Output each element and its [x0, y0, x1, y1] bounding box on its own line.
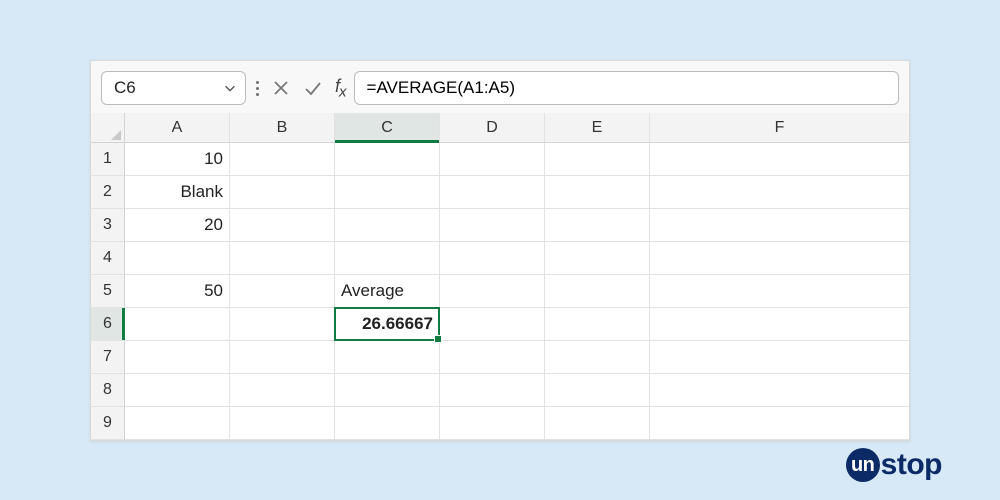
col-header-F[interactable]: F: [650, 113, 909, 142]
cell-C2[interactable]: [335, 176, 440, 208]
cell-B7[interactable]: [230, 341, 335, 373]
cell-F8[interactable]: [650, 374, 909, 406]
cell-E9[interactable]: [545, 407, 650, 439]
formula-toolbar: C6 fx: [91, 61, 909, 113]
cell-E4[interactable]: [545, 242, 650, 274]
col-header-E[interactable]: E: [545, 113, 650, 142]
cell-A6[interactable]: [125, 308, 230, 340]
cell-A8[interactable]: [125, 374, 230, 406]
cell-F4[interactable]: [650, 242, 909, 274]
cell-E3[interactable]: [545, 209, 650, 241]
cell-B9[interactable]: [230, 407, 335, 439]
row-1: 10: [125, 143, 909, 176]
col-header-C[interactable]: C: [335, 113, 440, 142]
chevron-down-icon: [223, 81, 237, 95]
cell-C3[interactable]: [335, 209, 440, 241]
cell-D5[interactable]: [440, 275, 545, 307]
cell-C8[interactable]: [335, 374, 440, 406]
cell-C9[interactable]: [335, 407, 440, 439]
unstop-logo: unstop: [846, 448, 942, 482]
row-7: [125, 341, 909, 374]
cell-C5[interactable]: Average: [335, 275, 440, 307]
cancel-icon[interactable]: [271, 78, 291, 98]
row-header-3[interactable]: 3: [91, 209, 124, 242]
enter-icon[interactable]: [303, 78, 323, 98]
cell-D4[interactable]: [440, 242, 545, 274]
cell-F5[interactable]: [650, 275, 909, 307]
cell-B4[interactable]: [230, 242, 335, 274]
cell-A3[interactable]: 20: [125, 209, 230, 241]
cell-D7[interactable]: [440, 341, 545, 373]
row-9: [125, 407, 909, 440]
cell-D9[interactable]: [440, 407, 545, 439]
cell-E7[interactable]: [545, 341, 650, 373]
cell-B1[interactable]: [230, 143, 335, 175]
cell-A2[interactable]: Blank: [125, 176, 230, 208]
row-header-8[interactable]: 8: [91, 374, 124, 407]
cell-B3[interactable]: [230, 209, 335, 241]
cell-B2[interactable]: [230, 176, 335, 208]
logo-rest: stop: [881, 448, 942, 482]
col-header-A[interactable]: A: [125, 113, 230, 142]
column-headers: A B C D E F: [125, 113, 909, 143]
cell-A4[interactable]: [125, 242, 230, 274]
row-3: 20: [125, 209, 909, 242]
cell-F9[interactable]: [650, 407, 909, 439]
cell-D8[interactable]: [440, 374, 545, 406]
row-8: [125, 374, 909, 407]
row-header-2[interactable]: 2: [91, 176, 124, 209]
cell-C4[interactable]: [335, 242, 440, 274]
row-headers: 1 2 3 4 5 6 7 8 9: [91, 113, 125, 440]
row-2: Blank: [125, 176, 909, 209]
formula-controls: fx: [269, 76, 346, 101]
name-box[interactable]: C6: [101, 71, 246, 105]
cell-E8[interactable]: [545, 374, 650, 406]
row-header-4[interactable]: 4: [91, 242, 124, 275]
cell-A1[interactable]: 10: [125, 143, 230, 175]
row-header-9[interactable]: 9: [91, 407, 124, 440]
cell-D2[interactable]: [440, 176, 545, 208]
row-5: 50 Average: [125, 275, 909, 308]
cell-C6[interactable]: 26.66667: [335, 308, 440, 340]
grid: 1 2 3 4 5 6 7 8 9 A B C D E F 10: [91, 113, 909, 440]
cell-E6[interactable]: [545, 308, 650, 340]
row-header-6[interactable]: 6: [91, 308, 124, 341]
row-6: 26.66667: [125, 308, 909, 341]
row-header-5[interactable]: 5: [91, 275, 124, 308]
cell-A9[interactable]: [125, 407, 230, 439]
cell-E5[interactable]: [545, 275, 650, 307]
vertical-dots-icon: [254, 81, 261, 96]
spreadsheet-window: C6 fx 1 2 3 4 5: [90, 60, 910, 441]
row-header-7[interactable]: 7: [91, 341, 124, 374]
select-all-corner[interactable]: [91, 113, 124, 143]
cell-D3[interactable]: [440, 209, 545, 241]
cell-C7[interactable]: [335, 341, 440, 373]
cells: A B C D E F 10 Blank: [125, 113, 909, 440]
cell-A7[interactable]: [125, 341, 230, 373]
cell-D6[interactable]: [440, 308, 545, 340]
logo-prefix: un: [846, 448, 880, 482]
cell-F3[interactable]: [650, 209, 909, 241]
cell-F6[interactable]: [650, 308, 909, 340]
col-header-D[interactable]: D: [440, 113, 545, 142]
fx-icon[interactable]: fx: [335, 76, 346, 101]
cell-D1[interactable]: [440, 143, 545, 175]
name-box-value: C6: [114, 78, 136, 98]
cell-E2[interactable]: [545, 176, 650, 208]
cell-B8[interactable]: [230, 374, 335, 406]
col-header-B[interactable]: B: [230, 113, 335, 142]
cell-B6[interactable]: [230, 308, 335, 340]
cell-F2[interactable]: [650, 176, 909, 208]
row-header-1[interactable]: 1: [91, 143, 124, 176]
formula-input[interactable]: [354, 71, 899, 105]
cell-E1[interactable]: [545, 143, 650, 175]
row-4: [125, 242, 909, 275]
cell-A5[interactable]: 50: [125, 275, 230, 307]
cell-F1[interactable]: [650, 143, 909, 175]
cell-B5[interactable]: [230, 275, 335, 307]
cell-F7[interactable]: [650, 341, 909, 373]
cell-C1[interactable]: [335, 143, 440, 175]
